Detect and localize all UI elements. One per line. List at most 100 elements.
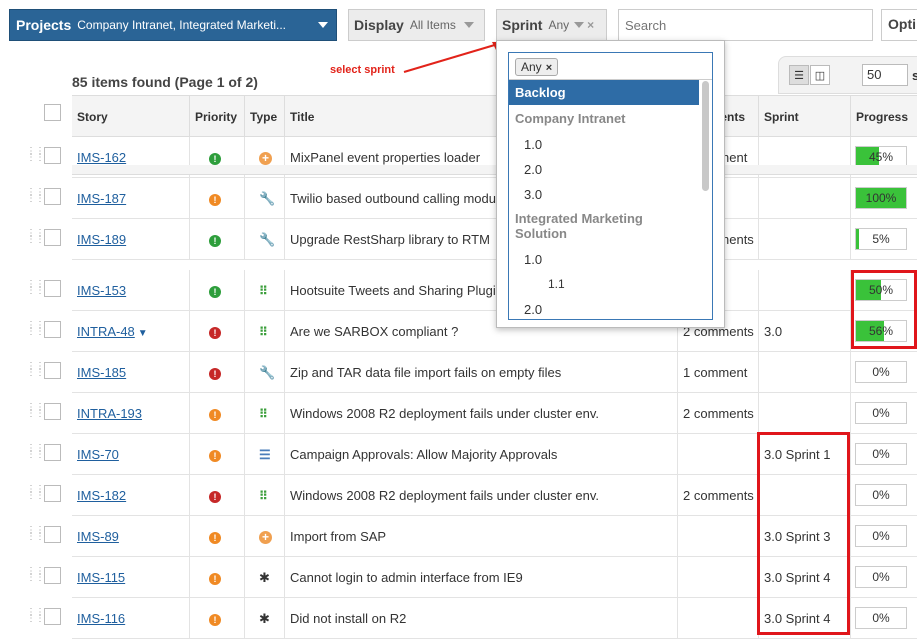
sprint-option[interactable]: 2.0 — [509, 297, 699, 320]
sprint-option[interactable]: 1.0 — [509, 132, 699, 157]
sprint-picker: Any × Backlog Company Intranet 1.0 2.0 3.0 Int… — [508, 52, 713, 320]
table-row[interactable]: ⋮⋮ ⋮⋮ INTRA-193 ! ⠿ Windows 2008 R2 deplo… — [0, 393, 917, 434]
drag-handle-icon[interactable]: ⋮⋮ ⋮⋮ — [26, 321, 45, 337]
priority-icon: ! — [209, 235, 221, 247]
drag-handle-icon[interactable]: ⋮⋮ ⋮⋮ — [26, 280, 45, 296]
remove-tag-icon[interactable]: × — [546, 62, 552, 74]
search-input[interactable] — [618, 9, 873, 41]
comments-cell[interactable]: 2 comments — [677, 393, 758, 434]
expand-icon[interactable]: ▼ — [138, 328, 148, 339]
sprint-cell[interactable] — [758, 178, 850, 219]
story-link[interactable]: INTRA-48 — [77, 324, 135, 339]
page-size-input[interactable]: 50 — [862, 64, 908, 86]
projects-filter[interactable]: Projects Company Intranet, Integrated Ma… — [9, 9, 337, 41]
progress-label: 0% — [872, 365, 890, 379]
drag-handle-icon[interactable]: ⋮⋮ ⋮⋮ — [26, 485, 45, 501]
sprint-filter[interactable]: Sprint Any × — [496, 9, 607, 41]
sprint-option[interactable]: 1.0 — [509, 247, 699, 272]
comments-cell[interactable] — [677, 598, 758, 639]
row-checkbox[interactable] — [44, 526, 61, 543]
selected-tags[interactable]: Any × — [509, 53, 712, 80]
type-wrench-icon: 🔧 — [259, 232, 276, 247]
sprint-cell[interactable] — [758, 352, 850, 393]
progress-bar: 0% — [855, 443, 907, 465]
comments-cell[interactable] — [677, 434, 758, 475]
story-link[interactable]: IMS-187 — [77, 191, 126, 206]
sprint-option[interactable]: 2.0 — [509, 157, 699, 182]
col-priority[interactable]: Priority — [189, 96, 244, 137]
tag-any[interactable]: Any × — [515, 58, 559, 76]
row-checkbox[interactable] — [44, 362, 61, 379]
drag-handle-icon[interactable]: ⋮⋮ ⋮⋮ — [26, 608, 45, 624]
drag-handle-icon[interactable]: ⋮⋮ ⋮⋮ — [26, 526, 45, 542]
drag-handle-icon[interactable]: ⋮⋮ ⋮⋮ — [26, 403, 45, 419]
comments-cell[interactable]: 2 comments — [677, 475, 758, 516]
row-checkbox[interactable] — [44, 485, 61, 502]
comments-cell[interactable]: 1 comment — [677, 352, 758, 393]
sprint-cell[interactable] — [758, 393, 850, 434]
title-cell[interactable]: Did not install on R2 — [284, 598, 677, 639]
sprint-cell[interactable]: 3.0 — [758, 311, 850, 352]
row-checkbox[interactable] — [44, 403, 61, 420]
row-checkbox[interactable] — [44, 567, 61, 584]
type-cell: ⠿ — [244, 475, 284, 516]
list-view-icon[interactable]: ☰ — [789, 65, 809, 85]
options-button[interactable]: Opti — [881, 9, 917, 41]
drag-handle-icon[interactable]: ⋮⋮ ⋮⋮ — [26, 147, 45, 163]
row-checkbox[interactable] — [44, 444, 61, 461]
row-checkbox[interactable] — [44, 280, 61, 297]
comments-cell[interactable] — [677, 516, 758, 557]
story-link[interactable]: IMS-89 — [77, 529, 119, 544]
col-progress[interactable]: Progress — [850, 96, 917, 137]
tag-label: Any — [521, 60, 542, 74]
title-cell[interactable]: Zip and TAR data file import fails on em… — [284, 352, 677, 393]
title-cell[interactable]: Campaign Approvals: Allow Majority Appro… — [284, 434, 677, 475]
story-link[interactable]: IMS-153 — [77, 283, 126, 298]
drag-handle-icon[interactable]: ⋮⋮ ⋮⋮ — [26, 567, 45, 583]
row-checkbox[interactable] — [44, 608, 61, 625]
sprint-cell[interactable] — [758, 219, 850, 260]
story-link[interactable]: IMS-189 — [77, 232, 126, 247]
table-row[interactable]: ⋮⋮ ⋮⋮ IMS-153 ! ⠿ Hootsuite Tweets and Sh… — [0, 270, 917, 311]
title-cell[interactable]: Cannot login to admin interface from IE9 — [284, 557, 677, 598]
story-link[interactable]: IMS-116 — [77, 611, 125, 626]
row-checkbox[interactable] — [44, 188, 61, 205]
table-row[interactable]: ⋮⋮ ⋮⋮ IMS-189 ! 🔧 Upgrade RestSharp libra… — [0, 219, 917, 260]
results-summary: 85 items found (Page 1 of 2) — [72, 74, 258, 90]
clear-icon[interactable]: × — [587, 18, 594, 32]
split-view-icon[interactable]: ◫ — [810, 65, 830, 85]
drag-handle-icon[interactable]: ⋮⋮ ⋮⋮ — [26, 362, 45, 378]
sprint-option[interactable]: Backlog — [509, 80, 699, 105]
display-filter[interactable]: Display All Items — [348, 9, 485, 41]
story-link[interactable]: IMS-115 — [77, 570, 125, 585]
sprint-option[interactable]: 1.1 — [509, 272, 699, 297]
drag-handle-icon[interactable]: ⋮⋮ ⋮⋮ — [26, 188, 45, 204]
table-row[interactable]: ⋮⋮ ⋮⋮ INTRA-48 ▼ ! ⠿ Are we SARBOX complia… — [0, 311, 917, 352]
story-link[interactable]: IMS-70 — [77, 447, 119, 462]
col-type[interactable]: Type — [244, 96, 284, 137]
story-cell: IMS-153 — [72, 270, 189, 311]
scrollbar[interactable] — [702, 81, 709, 191]
story-link[interactable]: INTRA-193 — [77, 406, 142, 421]
story-link[interactable]: IMS-185 — [77, 365, 126, 380]
story-link[interactable]: IMS-162 — [77, 150, 126, 165]
sprint-cell[interactable] — [758, 270, 850, 311]
sprint-label: Sprint — [502, 17, 543, 33]
chevron-down-icon — [463, 22, 474, 28]
row-checkbox[interactable] — [44, 321, 61, 338]
table-row[interactable]: ⋮⋮ ⋮⋮ IMS-185 ! 🔧 Zip and TAR data file i… — [0, 352, 917, 393]
row-checkbox[interactable] — [44, 147, 61, 164]
row-checkbox[interactable] — [44, 229, 61, 246]
col-story[interactable]: Story — [72, 96, 189, 137]
comments-cell[interactable] — [677, 557, 758, 598]
title-cell[interactable]: Windows 2008 R2 deployment fails under c… — [284, 475, 677, 516]
col-sprint[interactable]: Sprint — [758, 96, 850, 137]
drag-handle-icon[interactable]: ⋮⋮ ⋮⋮ — [26, 229, 45, 245]
table-row[interactable]: ⋮⋮ ⋮⋮ IMS-187 ! 🔧 Twilio based outbound c… — [0, 178, 917, 219]
select-all-checkbox[interactable] — [44, 104, 61, 121]
drag-handle-icon[interactable]: ⋮⋮ ⋮⋮ — [26, 444, 45, 460]
title-cell[interactable]: Windows 2008 R2 deployment fails under c… — [284, 393, 677, 434]
story-link[interactable]: IMS-182 — [77, 488, 126, 503]
sprint-option[interactable]: 3.0 — [509, 182, 699, 207]
title-cell[interactable]: Import from SAP — [284, 516, 677, 557]
